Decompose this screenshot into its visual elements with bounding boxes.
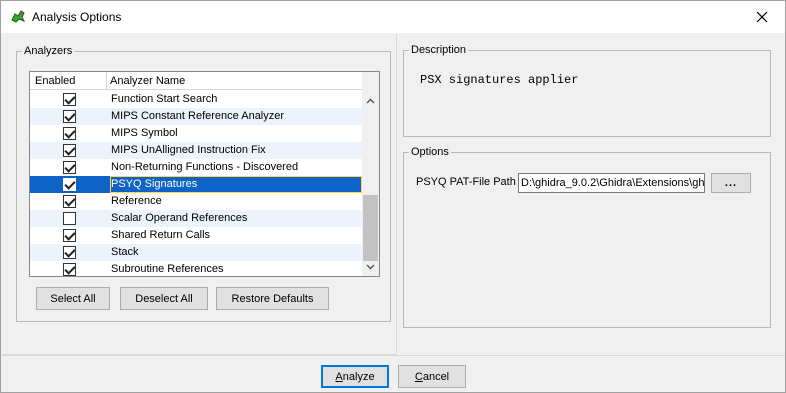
scrollbar-thumb[interactable] <box>363 195 378 261</box>
browse-button[interactable]: ... <box>711 173 751 193</box>
ghidra-dragon-icon <box>11 10 26 23</box>
enabled-checkbox[interactable] <box>63 93 76 106</box>
analysis-options-dialog: Analysis Options Analyzers Enabled Analy… <box>0 0 786 393</box>
enabled-checkbox[interactable] <box>63 195 76 208</box>
table-row[interactable]: MIPS UnAlligned Instruction Fix <box>30 142 363 159</box>
analyzer-name-cell: Scalar Operand References <box>111 212 248 224</box>
cancel-mnemonic: C <box>414 370 423 383</box>
enabled-checkbox[interactable] <box>63 127 76 140</box>
cancel-label: ancel <box>422 370 450 383</box>
cancel-button[interactable]: Cancel <box>398 365 466 388</box>
enabled-checkbox[interactable] <box>63 229 76 242</box>
table-row[interactable]: Shared Return Calls <box>30 227 363 244</box>
analyze-label: nalyze <box>342 370 375 383</box>
analyzers-group-label: Analyzers <box>22 44 75 58</box>
analyzer-name-cell: Shared Return Calls <box>111 229 211 241</box>
analyzer-name-cell: Function Start Search <box>111 93 218 105</box>
pat-file-path-input[interactable]: D:\ghidra_9.0.2\Ghidra\Extensions\gh <box>518 173 705 193</box>
table-row[interactable]: Reference <box>30 193 363 210</box>
scroll-up-arrow-icon[interactable] <box>362 92 379 109</box>
footer-separator <box>1 355 785 356</box>
pat-file-path-label: PSYQ PAT-File Path <box>416 176 516 188</box>
enabled-checkbox[interactable] <box>63 110 76 123</box>
analyze-button[interactable]: Analyze <box>321 365 389 388</box>
title-bar: Analysis Options <box>1 1 785 33</box>
enabled-checkbox[interactable] <box>63 212 76 225</box>
analyze-mnemonic: A <box>335 370 343 383</box>
analyzer-name-cell: PSYQ Signatures <box>110 176 362 193</box>
table-row[interactable]: MIPS Symbol <box>30 125 363 142</box>
close-button[interactable] <box>739 1 785 32</box>
enabled-checkbox[interactable] <box>63 178 76 191</box>
select-all-button[interactable]: Select All <box>36 287 110 310</box>
analyzer-name-cell: MIPS Constant Reference Analyzer <box>111 110 285 122</box>
analyzers-table: Enabled Analyzer Name Function Start Sea… <box>29 71 380 277</box>
table-row[interactable]: Scalar Operand References <box>30 210 363 227</box>
table-row[interactable]: Non-Returning Functions - Discovered <box>30 159 363 176</box>
scroll-down-arrow-icon[interactable] <box>362 258 379 275</box>
analyzer-name-cell: MIPS Symbol <box>111 127 178 139</box>
deselect-all-button[interactable]: Deselect All <box>120 287 208 310</box>
column-header-enabled[interactable]: Enabled <box>30 72 107 90</box>
enabled-checkbox[interactable] <box>63 144 76 157</box>
restore-defaults-button[interactable]: Restore Defaults <box>216 287 329 310</box>
description-text: PSX signatures applier <box>420 73 579 87</box>
analyzer-name-cell: Stack <box>111 246 139 258</box>
options-group-label: Options <box>409 145 451 159</box>
column-header-analyzer-name[interactable]: Analyzer Name <box>107 72 363 90</box>
close-icon <box>756 11 768 22</box>
analyzer-name-cell: Reference <box>111 195 162 207</box>
window-title: Analysis Options <box>32 10 122 24</box>
enabled-checkbox[interactable] <box>63 246 76 259</box>
analyzer-name-cell: Subroutine References <box>111 263 224 275</box>
enabled-checkbox[interactable] <box>63 161 76 174</box>
table-row[interactable]: Stack <box>30 244 363 261</box>
table-row[interactable]: Function Start Search <box>30 91 363 108</box>
table-header: Enabled Analyzer Name <box>30 72 363 90</box>
table-body: Function Start Search MIPS Constant Refer… <box>30 91 363 276</box>
table-row[interactable]: MIPS Constant Reference Analyzer <box>30 108 363 125</box>
table-row[interactable]: PSYQ Signatures <box>30 176 363 193</box>
analyzer-name-cell: Non-Returning Functions - Discovered <box>111 161 299 173</box>
description-group: Description <box>403 43 771 137</box>
vertical-scrollbar[interactable] <box>362 72 379 276</box>
enabled-checkbox[interactable] <box>63 263 76 276</box>
analyzer-name-cell: MIPS UnAlligned Instruction Fix <box>111 144 266 156</box>
description-group-label: Description <box>409 43 469 57</box>
table-row[interactable]: Subroutine References <box>30 261 363 276</box>
